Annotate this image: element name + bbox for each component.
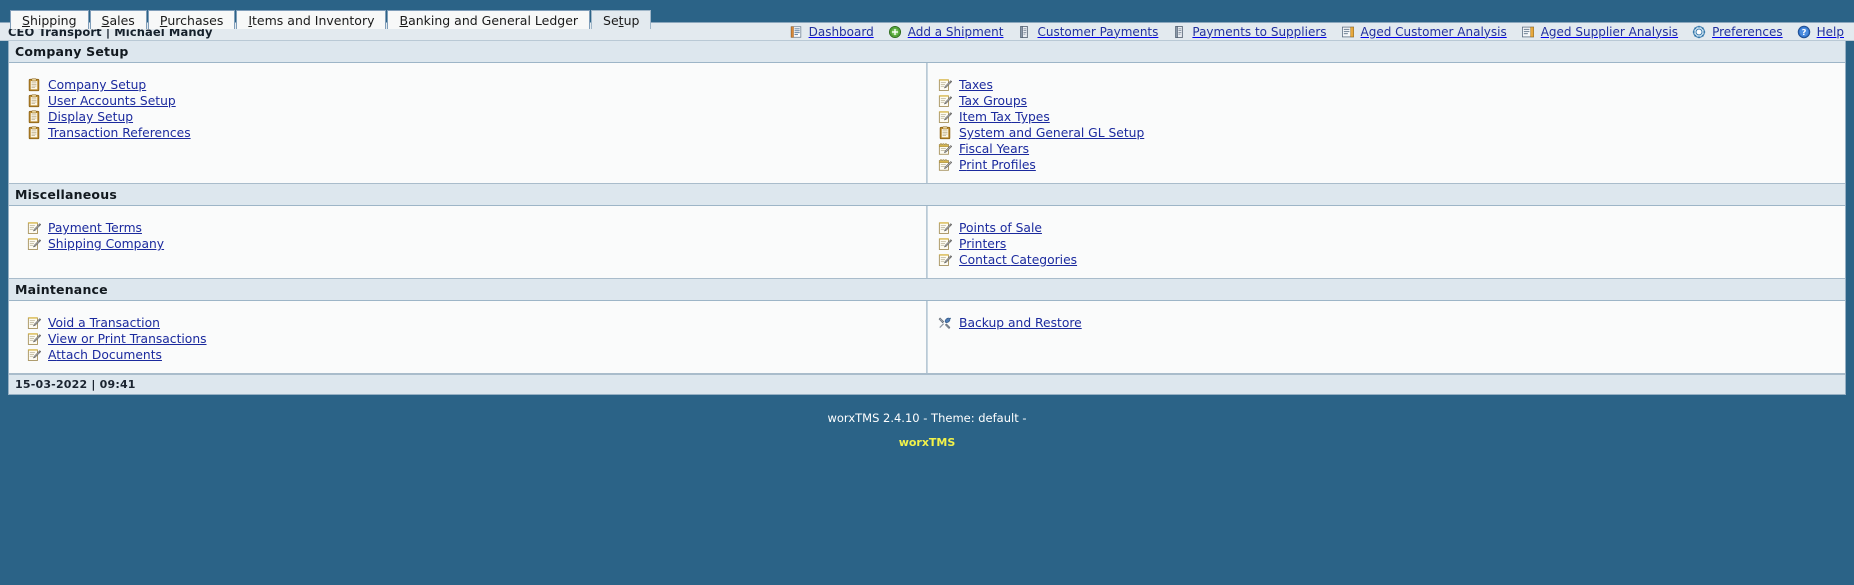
footer-brand-link[interactable]: worxTMS — [899, 433, 956, 453]
link-row: View or Print Transactions — [27, 331, 926, 347]
panel-body: Payment Terms Shipping Company Points of S… — [9, 206, 1845, 279]
panel-column-left: Void a Transaction View or Print Transact… — [9, 301, 927, 373]
link-list: Payment Terms Shipping Company — [9, 220, 926, 252]
link-row: Void a Transaction — [27, 315, 926, 331]
calendar-edit-icon — [938, 142, 953, 156]
link-row: Fiscal Years — [938, 141, 1845, 157]
link-row: Printers — [938, 236, 1845, 252]
link-item-tax-types[interactable]: Item Tax Types — [959, 110, 1050, 124]
edit-note-icon — [938, 253, 953, 267]
clipboard-icon — [27, 78, 41, 92]
edit-note-icon — [27, 237, 42, 251]
panel-title: Company Setup — [9, 41, 1845, 63]
edit-note-icon — [938, 237, 953, 251]
link-user-accounts-setup[interactable]: User Accounts Setup — [48, 94, 176, 108]
footer-version: worxTMS 2.4.10 - Theme: default - — [827, 411, 1027, 425]
link-row: Points of Sale — [938, 220, 1845, 236]
link-list: Void a Transaction View or Print Transact… — [9, 315, 926, 363]
link-fiscal-years[interactable]: Fiscal Years — [959, 142, 1029, 156]
edit-note-icon — [938, 110, 953, 124]
link-shipping-company[interactable]: Shipping Company — [48, 237, 164, 251]
panel-title: Maintenance — [9, 279, 1845, 301]
panel-maintenance: Maintenance Void a Transaction View or Pri… — [9, 279, 1845, 374]
edit-note-icon — [27, 221, 42, 235]
status-bar: 15-03-2022 | 09:41 — [9, 374, 1845, 394]
link-row: Taxes — [938, 77, 1845, 93]
link-list: Taxes Tax Groups Item Tax Types System and … — [928, 77, 1845, 173]
link-list: Company Setup User Accounts Setup Display … — [9, 77, 926, 141]
link-payment-terms[interactable]: Payment Terms — [48, 221, 142, 235]
edit-note-icon — [27, 348, 42, 362]
tab-banking-and-general-ledger[interactable]: Banking and General Ledger — [387, 10, 591, 29]
link-row: Attach Documents — [27, 347, 926, 363]
link-void-a-transaction[interactable]: Void a Transaction — [48, 316, 160, 330]
link-row: Item Tax Types — [938, 109, 1845, 125]
panel-column-right: Points of Sale Printers Contact Categories — [927, 206, 1845, 278]
clipboard-icon — [27, 126, 41, 140]
link-attach-documents[interactable]: Attach Documents — [48, 348, 162, 362]
link-system-and-general-gl-setup[interactable]: System and General GL Setup — [959, 126, 1144, 140]
edit-note-icon — [938, 221, 953, 235]
link-row: Company Setup — [27, 77, 926, 93]
panel-column-right: Backup and Restore — [927, 301, 1845, 373]
link-row: Shipping Company — [27, 236, 926, 252]
link-view-or-print-transactions[interactable]: View or Print Transactions — [48, 332, 207, 346]
link-printers[interactable]: Printers — [959, 237, 1006, 251]
link-tax-groups[interactable]: Tax Groups — [959, 94, 1027, 108]
page-footer: worxTMS 2.4.10 - Theme: default - worxTM… — [0, 395, 1854, 453]
link-points-of-sale[interactable]: Points of Sale — [959, 221, 1042, 235]
link-display-setup[interactable]: Display Setup — [48, 110, 133, 124]
panel-column-right: Taxes Tax Groups Item Tax Types System and … — [927, 63, 1845, 183]
panel-title: Miscellaneous — [9, 184, 1845, 206]
link-company-setup[interactable]: Company Setup — [48, 78, 146, 92]
setup-content: Company Setup Company Setup User Accounts … — [8, 41, 1846, 395]
tab-list: Shipping Sales Purchases Items and Inventor… — [10, 8, 1854, 29]
link-row: Payment Terms — [27, 220, 926, 236]
link-row: User Accounts Setup — [27, 93, 926, 109]
panel-column-left: Company Setup User Accounts Setup Display … — [9, 63, 927, 183]
edit-note-icon — [938, 94, 953, 108]
clipboard-icon — [27, 110, 41, 124]
link-print-profiles[interactable]: Print Profiles — [959, 158, 1036, 172]
link-list: Backup and Restore — [928, 315, 1845, 331]
panel-miscellaneous: Miscellaneous Payment Terms Shipping Compa… — [9, 184, 1845, 279]
tab-items-and-inventory[interactable]: Items and Inventory — [236, 10, 387, 29]
link-row: Print Profiles — [938, 157, 1845, 173]
tab-sales[interactable]: Sales — [89, 10, 147, 29]
link-taxes[interactable]: Taxes — [959, 78, 993, 92]
link-transaction-references[interactable]: Transaction References — [48, 126, 191, 140]
link-contact-categories[interactable]: Contact Categories — [959, 253, 1077, 267]
link-row: System and General GL Setup — [938, 125, 1845, 141]
clipboard-icon — [27, 94, 41, 108]
clipboard-icon — [938, 126, 952, 140]
link-backup-and-restore[interactable]: Backup and Restore — [959, 316, 1082, 330]
panel-column-left: Payment Terms Shipping Company — [9, 206, 927, 278]
calendar-edit-icon — [938, 158, 953, 172]
link-row: Transaction References — [27, 125, 926, 141]
link-row: Backup and Restore — [938, 315, 1845, 331]
edit-note-icon — [27, 332, 42, 346]
tab-bar: Shipping Sales Purchases Items and Inventor… — [0, 0, 1854, 29]
tab-setup[interactable]: Se t up — [591, 10, 652, 29]
panel-body: Void a Transaction View or Print Transact… — [9, 301, 1845, 374]
link-row: Tax Groups — [938, 93, 1845, 109]
link-row: Display Setup — [27, 109, 926, 125]
panel-company-setup: Company Setup Company Setup User Accounts … — [9, 41, 1845, 184]
tools-icon — [938, 316, 952, 330]
panel-body: Company Setup User Accounts Setup Display … — [9, 63, 1845, 184]
tab-shipping[interactable]: Shipping — [10, 10, 89, 29]
tab-purchases[interactable]: Purchases — [147, 10, 236, 29]
edit-note-icon — [938, 78, 953, 92]
link-list: Points of Sale Printers Contact Categories — [928, 220, 1845, 268]
link-row: Contact Categories — [938, 252, 1845, 268]
edit-note-icon — [27, 316, 42, 330]
